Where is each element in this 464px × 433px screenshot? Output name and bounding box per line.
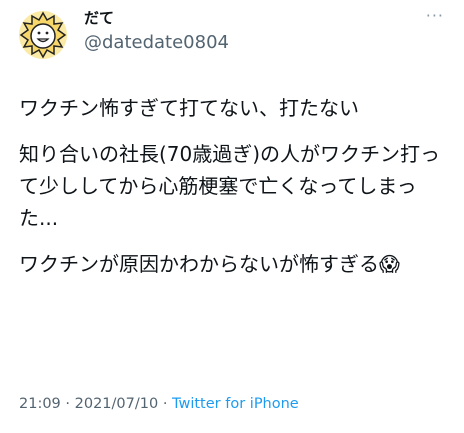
tweet-meta: 21:09 · 2021/07/10 · Twitter for iPhone [19, 396, 299, 412]
user-handle[interactable]: @datedate0804 [84, 32, 229, 53]
display-name[interactable]: だて [84, 7, 114, 28]
tweet-paragraph: 知り合いの社長(70歳過ぎ)の人がワクチン打って少ししてから心筋梗塞で亡くなって… [19, 142, 441, 230]
tweet-time[interactable]: 21:09 [19, 396, 61, 412]
tweet-text: ワクチン怖すぎて打てない、打たない 知り合いの社長(70歳過ぎ)の人がワクチン打… [19, 92, 449, 294]
avatar[interactable] [18, 10, 68, 60]
tweet-source-link[interactable]: Twitter for iPhone [172, 396, 299, 412]
tweet-paragraph: ワクチン怖すぎて打てない、打たない [19, 96, 359, 120]
tweet-paragraph: ワクチンが原因かわからないが怖すぎる😱 [19, 252, 400, 276]
lion-sun-avatar-icon [19, 11, 67, 59]
more-options-icon[interactable]: ··· [426, 6, 444, 25]
meta-separator: · [162, 396, 168, 412]
meta-separator: · [65, 396, 71, 412]
tweet-date[interactable]: 2021/07/10 [75, 396, 159, 412]
